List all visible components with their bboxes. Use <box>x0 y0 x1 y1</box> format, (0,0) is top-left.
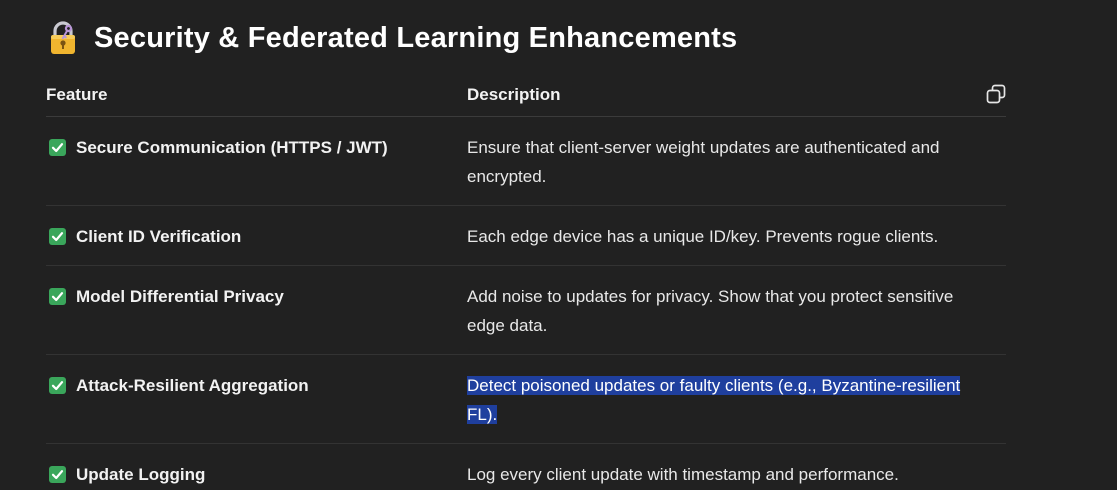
table-row: Attack-Resilient Aggregation Detect pois… <box>46 354 1006 444</box>
section-title: Security & Federated Learning Enhancemen… <box>94 21 738 54</box>
check-mark-icon <box>49 377 66 394</box>
check-mark-icon <box>49 288 66 305</box>
feature-description-selected[interactable]: Detect poisoned updates or faulty client… <box>467 376 961 424</box>
feature-name: Client ID Verification <box>76 227 242 246</box>
page: Security & Federated Learning Enhancemen… <box>0 0 1117 490</box>
check-mark-icon <box>49 139 66 156</box>
table-row: Update Logging Log every client update w… <box>46 444 1006 490</box>
table-row: Model Differential Privacy Add noise to … <box>46 265 1006 355</box>
feature-table: Feature Description Secure Communication… <box>46 74 1006 490</box>
feature-name: Update Logging <box>76 465 206 484</box>
feature-name: Attack-Resilient Aggregation <box>76 376 309 395</box>
column-header-description: Description <box>467 74 1006 117</box>
feature-name: Secure Communication (HTTPS / JWT) <box>76 138 388 157</box>
column-header-feature: Feature <box>46 74 467 117</box>
copy-icon[interactable] <box>986 84 1006 104</box>
locked-with-key-icon <box>48 21 78 55</box>
feature-description: Each edge device has a unique ID/key. Pr… <box>467 227 939 246</box>
column-header-description-label: Description <box>467 85 561 104</box>
table-row: Client ID Verification Each edge device … <box>46 205 1006 266</box>
check-mark-icon <box>49 466 66 483</box>
feature-description: Ensure that client-server weight updates… <box>467 138 940 186</box>
check-mark-icon <box>49 228 66 245</box>
table-row: Secure Communication (HTTPS / JWT) Ensur… <box>46 116 1006 206</box>
feature-name: Model Differential Privacy <box>76 287 284 306</box>
feature-description: Add noise to updates for privacy. Show t… <box>467 287 954 335</box>
section-heading: Security & Federated Learning Enhancemen… <box>48 18 737 58</box>
feature-description: Log every client update with timestamp a… <box>467 465 899 484</box>
table-header-row: Feature Description <box>46 74 1006 117</box>
